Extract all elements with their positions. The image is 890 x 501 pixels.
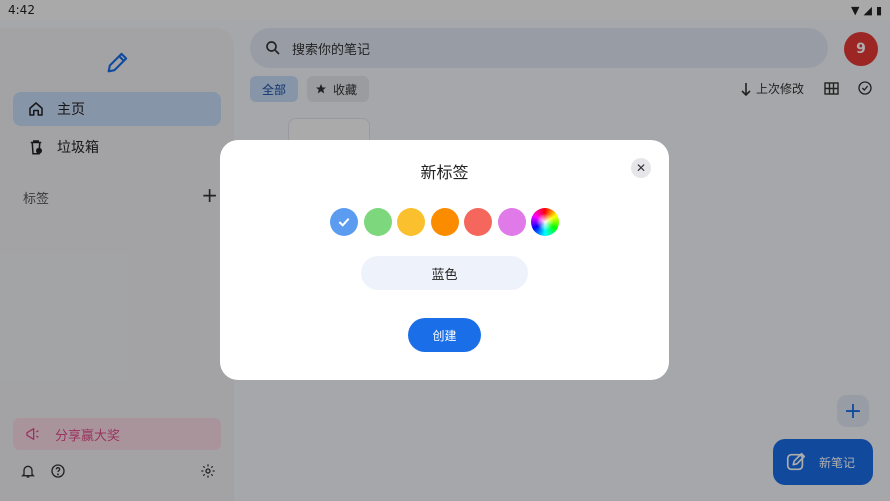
custom-color-swatch[interactable]	[531, 208, 559, 236]
color-swatch[interactable]	[330, 208, 358, 236]
tag-name-input[interactable]	[361, 256, 528, 290]
color-picker	[330, 208, 559, 236]
create-label: 创建	[432, 328, 457, 343]
checkmark-icon	[338, 217, 350, 227]
create-button[interactable]: 创建	[408, 318, 481, 352]
color-swatch[interactable]	[497, 208, 526, 236]
new-tag-dialog: 新标签 ✕ 创建	[220, 140, 669, 380]
dialog-title: 新标签	[420, 163, 469, 182]
color-swatch[interactable]	[430, 208, 459, 236]
color-swatch[interactable]	[363, 208, 392, 236]
color-swatch[interactable]	[397, 208, 425, 236]
color-swatch[interactable]	[464, 208, 492, 236]
close-button[interactable]: ✕	[631, 158, 651, 178]
close-icon: ✕	[635, 161, 647, 175]
